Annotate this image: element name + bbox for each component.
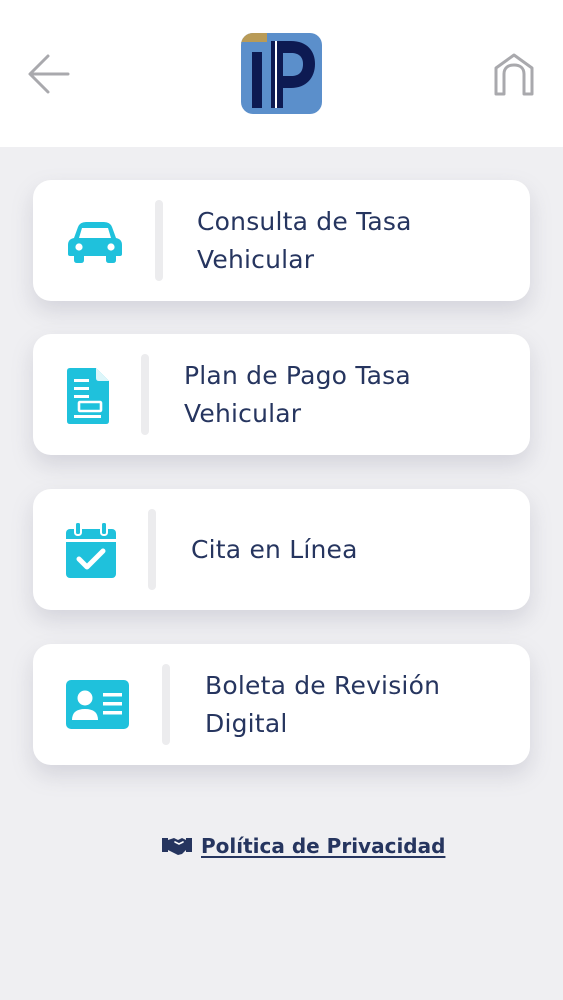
- car-icon: [67, 220, 123, 268]
- menu-item-cita-linea[interactable]: Cita en Línea: [33, 489, 530, 610]
- ip-logo: [241, 33, 322, 114]
- calendar-check-icon: [66, 521, 116, 582]
- menu-item-plan-pago[interactable]: Plan de Pago Tasa Vehicular: [33, 334, 530, 455]
- menu-item-boleta-revision[interactable]: Boleta de Revisión Digital: [33, 644, 530, 765]
- handshake-icon: [162, 838, 192, 855]
- menu-item-label: Cita en Línea: [191, 534, 358, 564]
- document-icon: [67, 368, 109, 428]
- menu-item-label: Consulta de Tasa Vehicular: [197, 206, 412, 274]
- privacy-policy-label: Política de Privacidad: [201, 834, 446, 858]
- arrow-left-icon: [28, 54, 70, 94]
- menu-item-label: Plan de Pago Tasa Vehicular: [184, 360, 411, 428]
- app-header: [0, 0, 563, 147]
- privacy-policy-link[interactable]: Política de Privacidad: [162, 834, 445, 858]
- back-button[interactable]: [26, 52, 72, 96]
- card-divider: [141, 354, 149, 435]
- card-divider: [155, 200, 163, 281]
- card-divider: [162, 664, 170, 745]
- id-card-icon: [66, 680, 129, 733]
- menu-item-label: Boleta de Revisión Digital: [205, 670, 441, 738]
- home-button[interactable]: [490, 50, 538, 98]
- menu-item-consulta-tasa[interactable]: Consulta de Tasa Vehicular: [33, 180, 530, 301]
- card-divider: [148, 509, 156, 590]
- home-icon: [494, 53, 534, 96]
